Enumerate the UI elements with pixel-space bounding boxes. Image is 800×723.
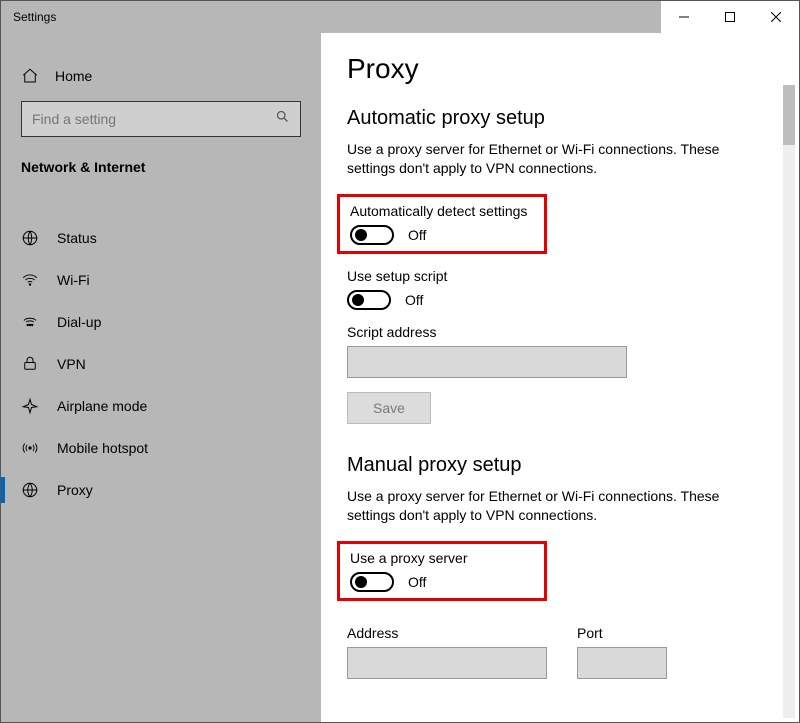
sidebar: Home Network & Internet Status Wi-Fi [1,33,321,722]
minimize-button[interactable] [661,1,707,33]
setup-script-label: Use setup script [347,268,799,284]
auto-detect-block: Automatically detect settings Off [337,194,547,254]
scrollbar[interactable] [783,85,795,718]
script-address-label: Script address [347,324,799,340]
setup-script-state: Off [405,292,423,308]
sidebar-item-dialup[interactable]: Dial-up [1,301,321,343]
use-proxy-state: Off [408,574,426,590]
category-title: Network & Internet [1,151,321,187]
manual-desc: Use a proxy server for Ethernet or Wi-Fi… [347,487,747,525]
auto-detect-state: Off [408,227,426,243]
main-content: Proxy Automatic proxy setup Use a proxy … [321,33,799,722]
sidebar-item-label: Wi-Fi [57,272,90,288]
port-input[interactable] [577,647,667,679]
status-icon [21,229,39,247]
sidebar-item-vpn[interactable]: VPN [1,343,321,385]
script-address-input[interactable] [347,346,627,378]
hotspot-icon [21,439,39,457]
proxy-icon [21,481,39,499]
sidebar-item-label: VPN [57,356,86,372]
sidebar-item-proxy[interactable]: Proxy [1,469,321,511]
use-proxy-toggle[interactable] [350,572,394,592]
sidebar-item-label: Mobile hotspot [57,440,148,456]
address-input[interactable] [347,647,547,679]
title-bar: Settings [1,1,799,33]
sidebar-item-wifi[interactable]: Wi-Fi [1,259,321,301]
window-title: Settings [13,10,56,24]
sidebar-item-label: Proxy [57,482,93,498]
setup-script-toggle[interactable] [347,290,391,310]
auto-desc: Use a proxy server for Ethernet or Wi-Fi… [347,140,747,178]
close-button[interactable] [753,1,799,33]
save-button[interactable]: Save [347,392,431,424]
sidebar-item-label: Status [57,230,97,246]
sidebar-item-label: Dial-up [57,314,101,330]
nav-list: Status Wi-Fi Dial-up VPN Airplane mode M… [1,217,321,511]
use-proxy-label: Use a proxy server [350,550,534,566]
port-label: Port [577,625,667,641]
airplane-icon [21,397,39,415]
dialup-icon [21,313,39,331]
vpn-icon [21,355,39,373]
scrollbar-thumb[interactable] [783,85,795,145]
home-label: Home [55,68,92,84]
search-input[interactable] [32,111,275,127]
auto-detect-toggle[interactable] [350,225,394,245]
home-link[interactable]: Home [1,61,321,91]
sidebar-item-label: Airplane mode [57,398,147,414]
sidebar-item-hotspot[interactable]: Mobile hotspot [1,427,321,469]
page-title: Proxy [347,53,799,85]
auto-detect-label: Automatically detect settings [350,203,534,219]
use-proxy-block: Use a proxy server Off [337,541,547,601]
sidebar-item-status[interactable]: Status [1,217,321,259]
manual-heading: Manual proxy setup [347,454,799,477]
sidebar-item-airplane[interactable]: Airplane mode [1,385,321,427]
setup-script-block: Use setup script Off [347,268,799,310]
maximize-button[interactable] [707,1,753,33]
auto-heading: Automatic proxy setup [347,107,799,130]
search-box[interactable] [21,101,301,137]
wifi-icon [21,271,39,289]
home-icon [21,67,39,85]
search-icon [275,109,290,129]
address-label: Address [347,625,547,641]
window-buttons [661,1,799,33]
